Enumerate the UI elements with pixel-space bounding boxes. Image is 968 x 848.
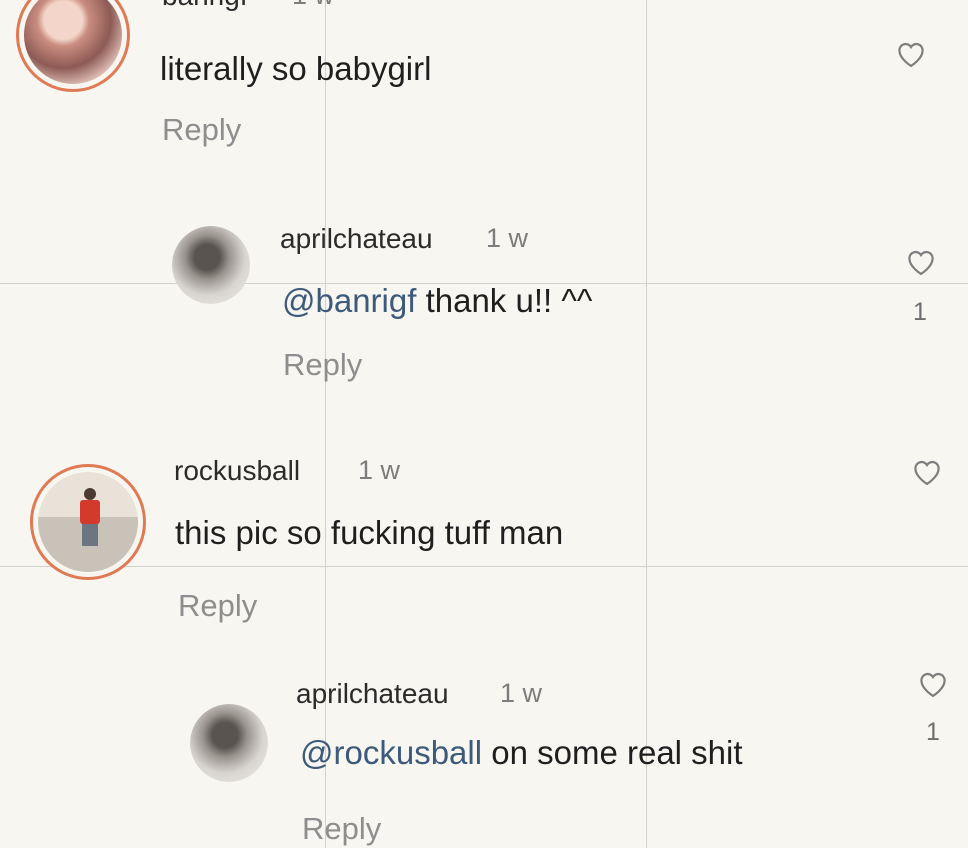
- avatar-banrigf[interactable]: [16, 0, 130, 92]
- comment-text: @banrigf thank u!! ^^: [282, 282, 592, 320]
- comment-text: literally so babygirl: [160, 50, 432, 87]
- comment-username[interactable]: aprilchateau: [296, 678, 449, 710]
- comment-time: 1 w: [486, 223, 529, 253]
- reply-button[interactable]: Reply: [162, 112, 241, 148]
- mention-link[interactable]: @banrigf: [282, 282, 416, 319]
- comment-text: this pic so fucking tuff man: [175, 514, 564, 551]
- comment-username[interactable]: rockusball: [174, 455, 300, 487]
- reply-button[interactable]: Reply: [283, 347, 362, 383]
- avatar-aprilchateau[interactable]: [172, 226, 250, 304]
- comment-time: 1 w: [358, 455, 401, 485]
- avatar-aprilchateau[interactable]: [190, 704, 268, 782]
- avatar-rockusball[interactable]: [30, 464, 146, 580]
- grid-line: [0, 566, 968, 567]
- reply-button[interactable]: Reply: [178, 588, 257, 624]
- grid-line: [646, 0, 647, 848]
- comment-time: 1 w: [292, 0, 334, 11]
- comment-body: thank u!! ^^: [416, 282, 593, 319]
- heart-outline-icon[interactable]: [910, 456, 944, 486]
- comment-text: @rockusball on some real shit: [300, 734, 743, 772]
- like-count: 1: [926, 718, 940, 746]
- comment-body: on some real shit: [482, 734, 743, 771]
- reply-button[interactable]: Reply: [302, 811, 381, 847]
- comment-time: 1 w: [500, 678, 543, 708]
- mention-link[interactable]: @rockusball: [300, 734, 482, 771]
- grid-line: [325, 0, 326, 848]
- comment-username[interactable]: banrigf: [162, 0, 248, 12]
- comment-username[interactable]: aprilchateau: [280, 223, 433, 255]
- like-count: 1: [913, 298, 927, 326]
- heart-outline-icon[interactable]: [904, 246, 938, 276]
- heart-outline-icon[interactable]: [916, 668, 950, 698]
- heart-outline-icon[interactable]: [894, 38, 928, 68]
